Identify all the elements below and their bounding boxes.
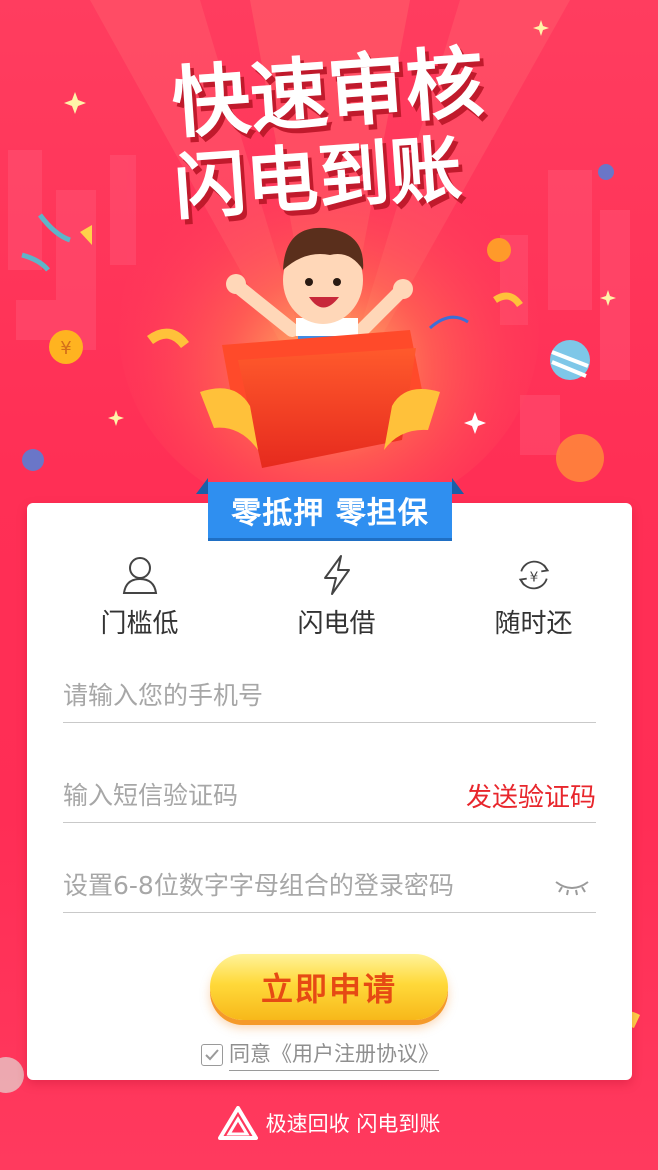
sms-code-field: 发送验证码 [63,769,596,823]
password-input[interactable] [63,871,554,900]
agreement-link[interactable]: 同意《用户注册协议》 [229,1038,439,1071]
eye-closed-icon[interactable] [554,876,590,896]
brand-logo-icon [217,1106,258,1140]
svg-text:¥: ¥ [529,569,538,585]
signup-card: 门槛低 闪电借 ¥ 随时还 发送验证码 [27,503,632,1080]
feature-label: 闪电借 [297,609,376,639]
badge-fold-left [196,478,208,494]
feature-label: 门槛低 [100,609,179,639]
send-code-button[interactable]: 发送验证码 [466,777,596,814]
hero-banner: 快速审核 快速审核 闪电到账 闪电到账 ¥ [0,0,658,520]
footer: 极速回收 闪电到账 [0,1106,658,1140]
svg-text:¥: ¥ [60,338,71,359]
apply-button[interactable]: 立即申请 [210,954,448,1020]
hero-illustration: 快速审核 快速审核 闪电到账 闪电到账 ¥ [8,0,630,520]
agree-checkbox[interactable] [201,1043,223,1066]
person-icon [122,557,157,594]
feature-label: 随时还 [494,609,573,639]
check-icon [205,1048,219,1060]
feature-low-threshold: 门槛低 [41,553,238,640]
feature-list: 门槛低 闪电借 ¥ 随时还 [27,553,632,640]
feature-repay-anytime: ¥ 随时还 [435,553,632,640]
yen-refresh-icon: ¥ [518,560,549,590]
phone-field [63,669,596,723]
promo-badge: 零抵押 零担保 [208,482,452,538]
password-field [63,859,596,913]
badge-fold-right [452,478,464,494]
footer-slogan: 极速回收 闪电到账 [265,1112,441,1136]
feature-flash-loan: 闪电借 [238,553,435,640]
sms-code-input[interactable] [63,781,466,810]
phone-input[interactable] [63,681,596,710]
lightning-icon [323,555,350,595]
agreement-row: 同意《用户注册协议》 [201,1038,439,1071]
